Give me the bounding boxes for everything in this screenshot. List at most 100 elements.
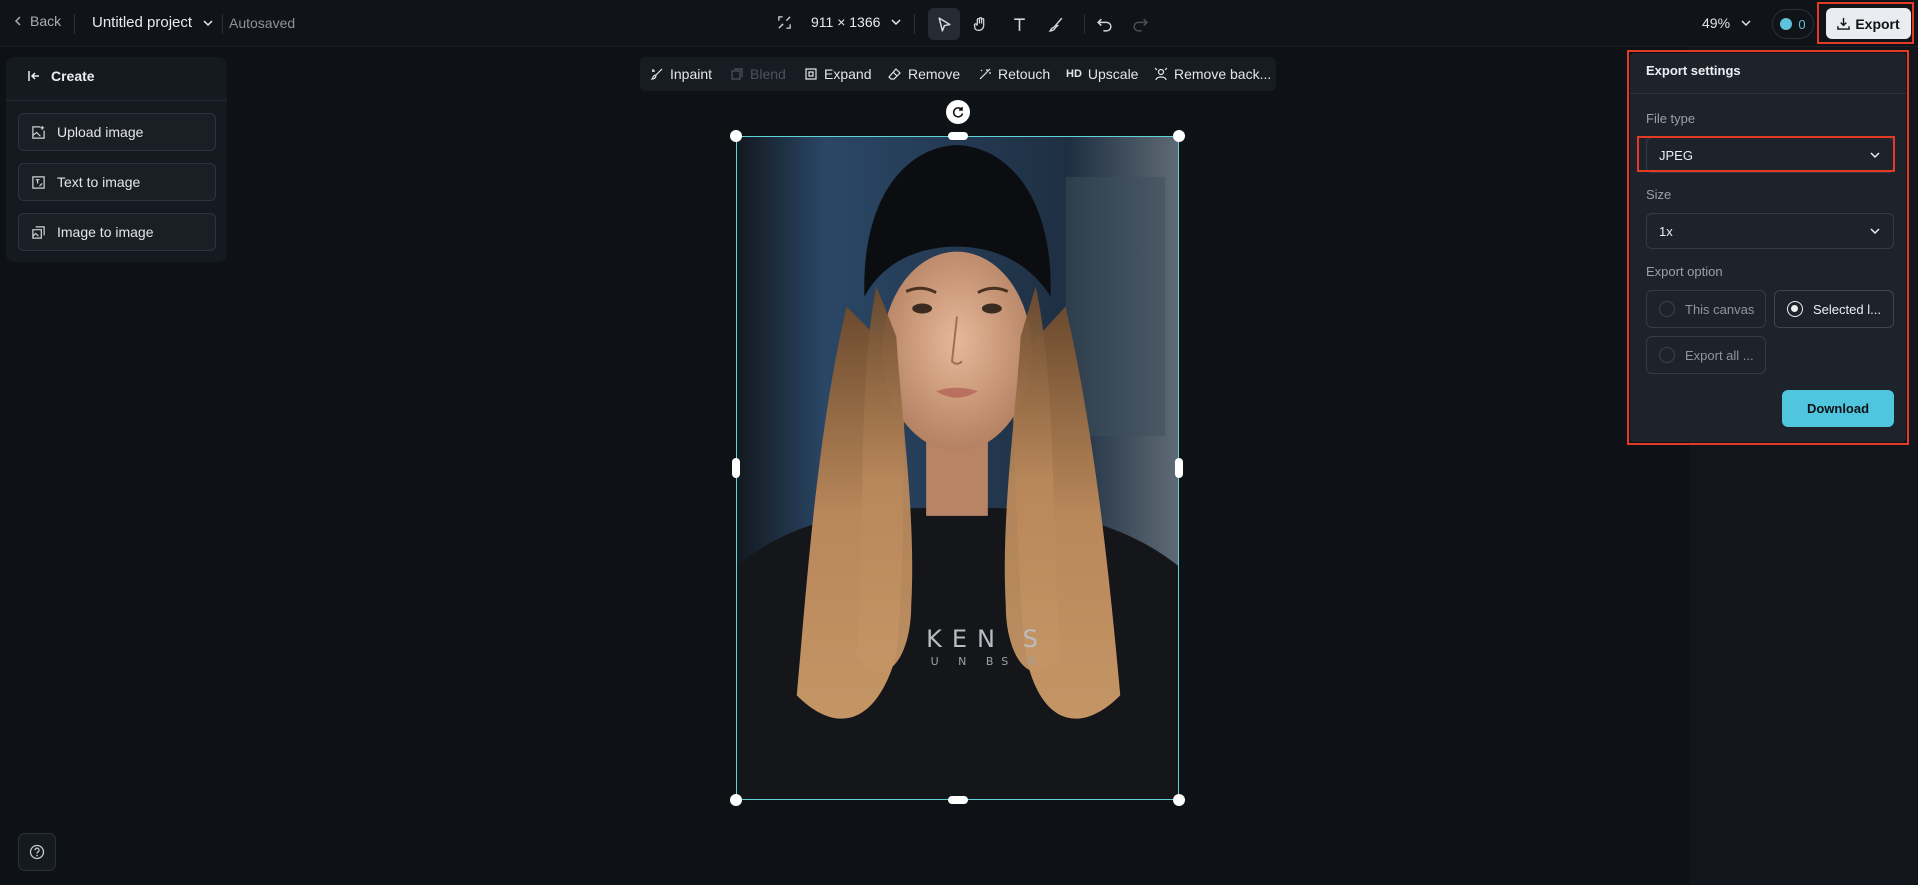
canvas-dimensions: 911 × 1366: [811, 14, 881, 30]
edit-toolbar: Inpaint Blend Expand Remove Retouch HD U…: [640, 57, 1276, 91]
radio-icon: [1659, 347, 1675, 363]
upload-image-button[interactable]: Upload image: [18, 113, 216, 151]
text-icon: [1013, 17, 1025, 31]
file-type-value: JPEG: [1659, 147, 1693, 163]
rotate-icon: [952, 107, 964, 118]
resize-handle-bottom-left[interactable]: [730, 794, 742, 806]
back-button[interactable]: Back: [12, 13, 61, 29]
create-header[interactable]: Create: [27, 68, 95, 84]
image-to-image-label: Image to image: [57, 224, 154, 240]
inpaint-icon: [650, 68, 663, 80]
upscale-button[interactable]: HD Upscale: [1066, 57, 1138, 91]
expand-icon: [805, 68, 817, 80]
zoom-level: 49%: [1702, 15, 1731, 31]
inpaint-button[interactable]: Inpaint: [650, 57, 712, 91]
undo-button[interactable]: [1088, 8, 1120, 40]
resize-handle-bottom[interactable]: [948, 796, 968, 804]
project-name-dropdown[interactable]: Untitled project: [92, 14, 214, 31]
retouch-label: Retouch: [998, 66, 1051, 82]
text-tool[interactable]: [1003, 8, 1035, 40]
chevron-down-icon: [1870, 152, 1880, 159]
resize-handle-bottom-right[interactable]: [1173, 794, 1185, 806]
upload-image-icon: [32, 125, 45, 139]
divider: [1084, 14, 1085, 34]
size-label: Size: [1646, 187, 1672, 202]
expand-button[interactable]: Expand: [804, 57, 871, 91]
resize-icon[interactable]: [777, 15, 792, 30]
remove-button[interactable]: Remove: [888, 57, 960, 91]
option-label: This canvas: [1685, 301, 1755, 317]
create-panel: Create Upload image Text to image Image …: [6, 57, 227, 262]
credits-count: 0: [1798, 16, 1806, 32]
chevron-left-icon: [14, 16, 21, 26]
download-button[interactable]: Download: [1782, 390, 1894, 427]
resize-handle-top-right[interactable]: [1173, 130, 1185, 142]
text-to-image-button[interactable]: Text to image: [18, 163, 216, 201]
shirt-text-line2: U N BS R: [930, 655, 1044, 668]
remove-background-label: Remove back...: [1174, 66, 1272, 82]
text-to-image-icon: [32, 175, 45, 189]
divider: [222, 14, 223, 34]
retouch-icon: [979, 68, 991, 80]
shirt-text-line1: KEN S: [926, 625, 1048, 653]
hand-tool[interactable]: [964, 8, 996, 40]
resize-handle-top-left[interactable]: [730, 130, 742, 142]
download-icon: [1837, 17, 1851, 30]
resize-handle-left[interactable]: [732, 458, 740, 478]
blend-label: Blend: [750, 66, 786, 82]
option-label: Export all ...: [1685, 347, 1754, 363]
option-selected-layers[interactable]: Selected l...: [1774, 290, 1894, 328]
export-option-label: Export option: [1646, 264, 1723, 279]
rotate-handle[interactable]: [946, 100, 970, 124]
eraser-icon: [888, 68, 901, 80]
export-button[interactable]: Export: [1826, 8, 1911, 39]
file-type-select[interactable]: JPEG: [1646, 137, 1894, 173]
divider: [1630, 93, 1906, 94]
brush-tool[interactable]: [1040, 8, 1072, 40]
back-label: Back: [30, 13, 62, 29]
create-title: Create: [51, 68, 95, 84]
file-type-label: File type: [1646, 111, 1696, 126]
export-settings-title: Export settings: [1646, 63, 1741, 78]
chevron-down-icon: [891, 19, 901, 26]
redo-button[interactable]: [1124, 8, 1156, 40]
size-value: 1x: [1659, 223, 1673, 239]
image-to-image-icon: [32, 225, 45, 239]
credits-badge[interactable]: 0: [1772, 9, 1814, 39]
help-button[interactable]: [18, 833, 56, 871]
canvas-size-dropdown[interactable]: 911 × 1366: [811, 14, 902, 30]
top-bar: Back Untitled project Autosaved 911 × 13…: [0, 0, 1918, 47]
blend-icon: [731, 68, 743, 80]
zoom-dropdown[interactable]: 49%: [1702, 15, 1752, 31]
autosave-status: Autosaved: [229, 15, 296, 31]
project-name: Untitled project: [92, 14, 193, 31]
chevron-down-icon: [203, 19, 213, 26]
remove-background-button[interactable]: Remove back...: [1154, 57, 1271, 91]
collapse-left-icon: [28, 71, 39, 81]
image-to-image-button[interactable]: Image to image: [18, 213, 216, 251]
option-this-canvas[interactable]: This canvas: [1646, 290, 1766, 328]
radio-icon: [1659, 301, 1675, 317]
expand-label: Expand: [824, 66, 872, 82]
text-to-image-label: Text to image: [57, 174, 141, 190]
cursor-icon: [937, 16, 951, 32]
brush-icon: [1047, 17, 1062, 32]
upscale-label: Upscale: [1087, 66, 1139, 82]
chevron-down-icon: [1870, 228, 1880, 235]
divider: [914, 14, 915, 34]
blend-button[interactable]: Blend: [730, 57, 786, 91]
option-export-all[interactable]: Export all ...: [1646, 336, 1766, 374]
size-select[interactable]: 1x: [1646, 213, 1894, 249]
export-label: Export: [1855, 15, 1900, 32]
inpaint-label: Inpaint: [670, 66, 713, 82]
option-label: Selected l...: [1813, 301, 1881, 317]
redo-icon: [1132, 18, 1148, 32]
hand-icon: [973, 16, 984, 31]
resize-handle-right[interactable]: [1175, 458, 1183, 478]
chevron-down-icon: [1741, 20, 1751, 27]
resize-handle-top[interactable]: [948, 132, 968, 140]
hd-icon: HD: [1066, 68, 1082, 80]
retouch-button[interactable]: Retouch: [978, 57, 1050, 91]
canvas-image[interactable]: KEN S U N BS R: [736, 136, 1179, 800]
select-tool[interactable]: [928, 8, 960, 40]
